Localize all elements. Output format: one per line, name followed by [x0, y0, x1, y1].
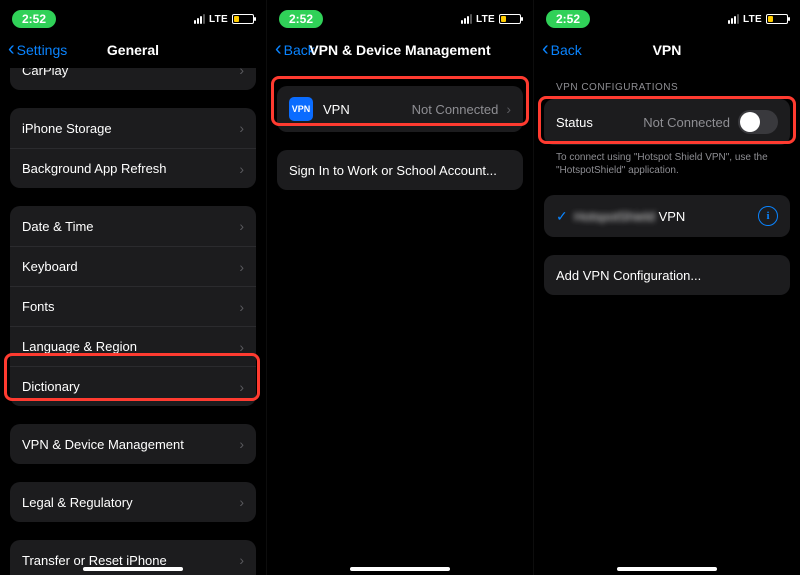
signal-icon — [461, 14, 472, 24]
row-legal-regulatory[interactable]: Legal & Regulatory › — [10, 482, 256, 522]
chevron-right-icon: › — [239, 436, 244, 452]
status-value: Not Connected — [643, 115, 730, 130]
status-bar: 2:52 LTE — [0, 6, 266, 32]
time-pill: 2:52 — [546, 10, 590, 28]
chevron-right-icon: › — [239, 161, 244, 177]
network-label: LTE — [743, 14, 762, 25]
vpn-status-value: Not Connected — [412, 102, 499, 117]
vpn-device-management-screen: 2:52 LTE ‹ Back VPN & Device Management … — [267, 0, 534, 575]
row-iphone-storage[interactable]: iPhone Storage › — [10, 108, 256, 148]
status-bar: 2:52 LTE — [267, 6, 533, 32]
back-button[interactable]: ‹ Back — [275, 40, 315, 60]
navbar: ‹ Back VPN & Device Management — [267, 32, 533, 68]
signal-icon — [728, 14, 739, 24]
chevron-right-icon: › — [239, 120, 244, 136]
vpn-screen: 2:52 LTE ‹ Back VPN VPN CONFIGURATIONS S… — [534, 0, 800, 575]
chevron-right-icon: › — [239, 552, 244, 568]
row-vpn[interactable]: VPN VPN Not Connected › — [277, 86, 523, 132]
list-group: iPhone Storage › Background App Refresh … — [10, 108, 256, 188]
chevron-right-icon: › — [239, 259, 244, 275]
back-label: Back — [284, 42, 315, 58]
network-label: LTE — [209, 14, 228, 25]
navbar: ‹ Settings General — [0, 32, 266, 68]
chevron-right-icon: › — [239, 339, 244, 355]
general-settings-screen: 2:52 LTE ‹ Settings General CarPlay › — [0, 0, 267, 575]
back-label: Back — [551, 42, 582, 58]
chevron-left-icon: ‹ — [8, 39, 15, 59]
chevron-right-icon: › — [239, 299, 244, 315]
list-group: Date & Time› Keyboard› Fonts› Language &… — [10, 206, 256, 406]
row-background-app-refresh[interactable]: Background App Refresh › — [10, 148, 256, 188]
back-button[interactable]: ‹ Back — [542, 40, 582, 60]
battery-icon — [499, 14, 521, 24]
home-indicator[interactable] — [617, 567, 717, 571]
back-label: Settings — [17, 42, 68, 58]
status-toggle[interactable] — [738, 110, 778, 134]
chevron-left-icon: ‹ — [542, 39, 549, 59]
footnote: To connect using "Hotspot Shield VPN", u… — [540, 145, 794, 177]
list-group: Sign In to Work or School Account... — [277, 150, 523, 190]
battery-icon — [766, 14, 788, 24]
row-date-time[interactable]: Date & Time› — [10, 206, 256, 246]
back-button[interactable]: ‹ Settings — [8, 40, 67, 60]
row-dictionary[interactable]: Dictionary› — [10, 366, 256, 406]
section-header: VPN CONFIGURATIONS — [540, 68, 794, 97]
row-carplay[interactable]: CarPlay › — [10, 68, 256, 90]
navbar: ‹ Back VPN — [534, 32, 800, 68]
row-vpn-status: Status Not Connected — [544, 99, 790, 145]
row-vpn-device-management[interactable]: VPN & Device Management › — [10, 424, 256, 464]
list-group: VPN & Device Management › — [10, 424, 256, 464]
list-group: VPN VPN Not Connected › — [277, 86, 523, 132]
vpn-icon: VPN — [289, 97, 313, 121]
row-fonts[interactable]: Fonts› — [10, 286, 256, 326]
row-keyboard[interactable]: Keyboard› — [10, 246, 256, 286]
row-sign-in-work-school[interactable]: Sign In to Work or School Account... — [277, 150, 523, 190]
list-group: Add VPN Configuration... — [544, 255, 790, 295]
config-name-suffix: VPN — [659, 209, 686, 224]
home-indicator[interactable] — [83, 567, 183, 571]
info-icon[interactable]: i — [758, 206, 778, 226]
row-add-vpn-config[interactable]: Add VPN Configuration... — [544, 255, 790, 295]
chevron-right-icon: › — [239, 218, 244, 234]
time-pill: 2:52 — [12, 10, 56, 28]
list-group: CarPlay › — [10, 68, 256, 90]
config-name-hidden: HotspotShield — [574, 209, 655, 224]
list-group: ✓ HotspotShield VPN i — [544, 195, 790, 237]
status-bar: 2:52 LTE — [534, 6, 800, 32]
network-label: LTE — [476, 14, 495, 25]
time-pill: 2:52 — [279, 10, 323, 28]
home-indicator[interactable] — [350, 567, 450, 571]
list-group: Legal & Regulatory › — [10, 482, 256, 522]
chevron-right-icon: › — [239, 494, 244, 510]
chevron-right-icon: › — [506, 101, 511, 117]
chevron-right-icon: › — [239, 379, 244, 395]
signal-icon — [194, 14, 205, 24]
checkmark-icon: ✓ — [556, 208, 574, 225]
battery-icon — [232, 14, 254, 24]
row-language-region[interactable]: Language & Region› — [10, 326, 256, 366]
list-group: Status Not Connected — [544, 99, 790, 145]
chevron-left-icon: ‹ — [275, 39, 282, 59]
chevron-right-icon: › — [239, 68, 244, 78]
row-vpn-config[interactable]: ✓ HotspotShield VPN i — [544, 195, 790, 237]
